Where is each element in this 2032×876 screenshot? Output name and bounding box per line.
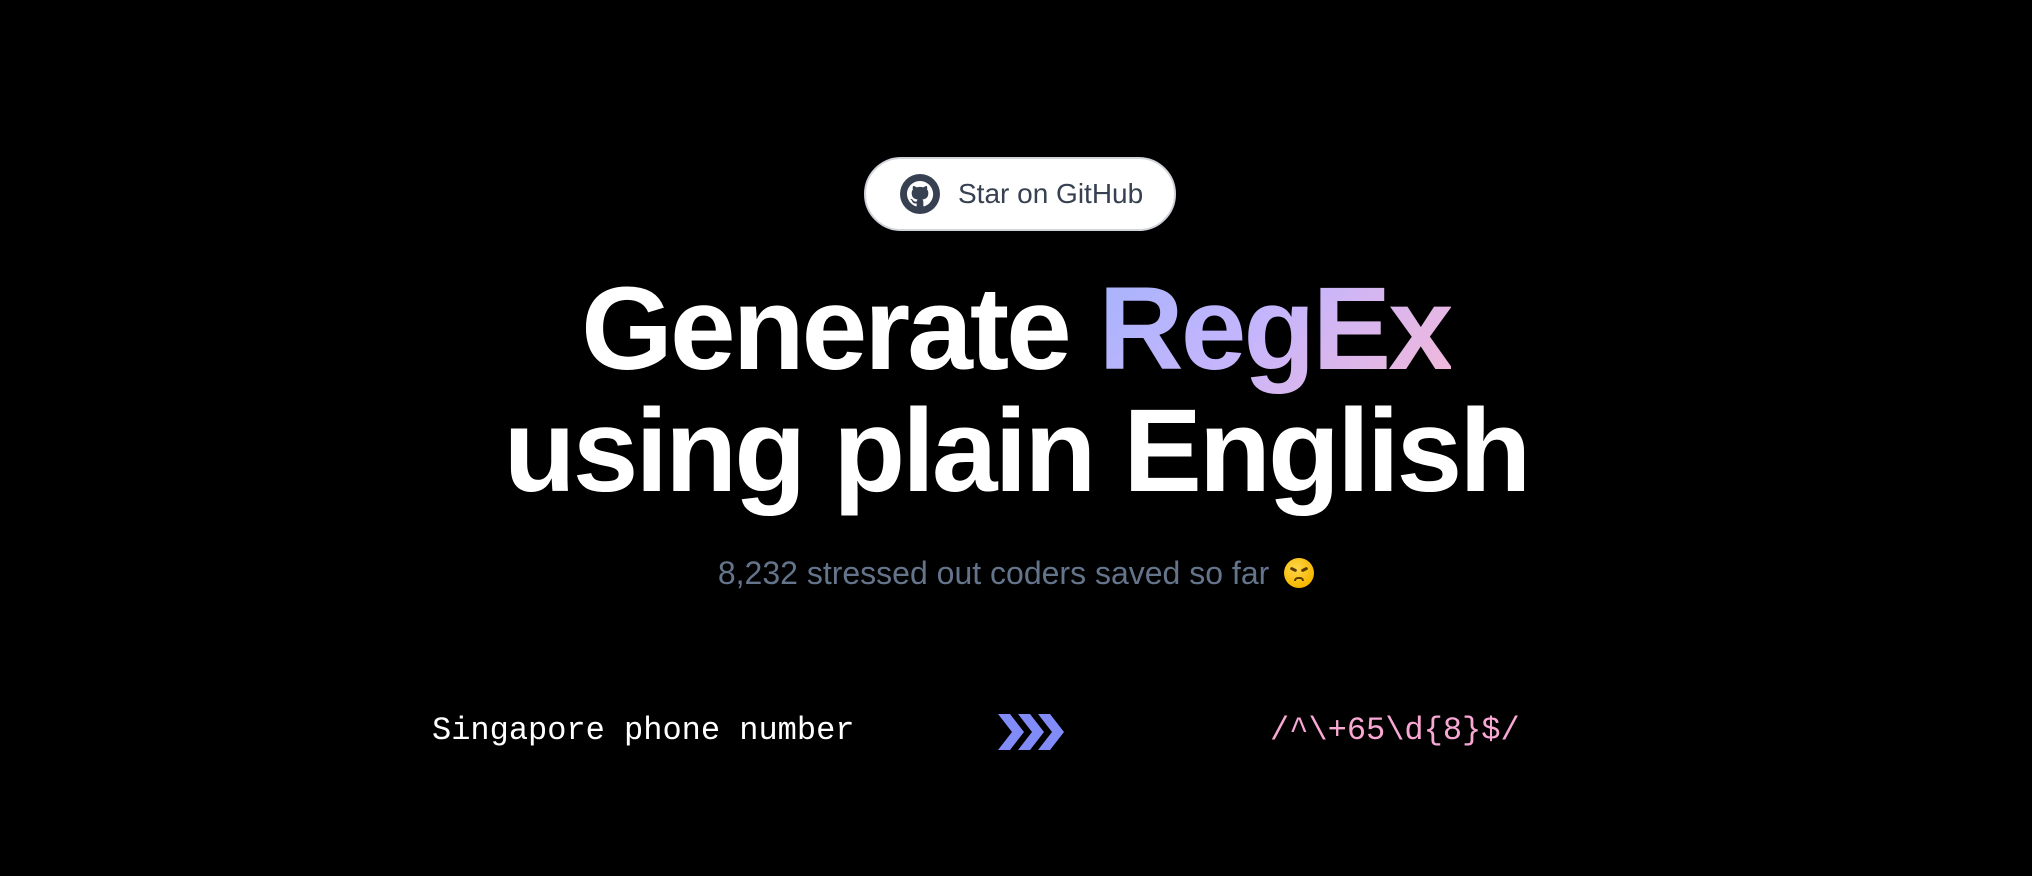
github-icon <box>900 174 940 214</box>
example-input-text: Singapore phone number <box>432 712 855 749</box>
confounded-face-icon <box>1284 558 1315 588</box>
coders-saved-text: 8,232 stressed out coders saved so far <box>717 555 1279 591</box>
star-on-github-label: Star on GitHub <box>958 178 1144 209</box>
coders-saved-counter: 8,232 stressed out coders saved so far <box>0 555 2032 592</box>
star-on-github-button[interactable]: Star on GitHub <box>864 157 1176 231</box>
triple-chevron-right-icon <box>996 708 1068 756</box>
hero-title-accent: RegEx <box>1098 263 1454 395</box>
hero-title-part1: Generate <box>581 263 1099 395</box>
hero-title-line-2: using plain English <box>503 385 1532 517</box>
example-regex-output: /^\+65\d{8}$/ <box>1270 712 1520 749</box>
hero-title: Generate RegEx using plain English <box>0 268 2032 512</box>
hero-title-line-1: Generate RegEx <box>0 268 2032 390</box>
